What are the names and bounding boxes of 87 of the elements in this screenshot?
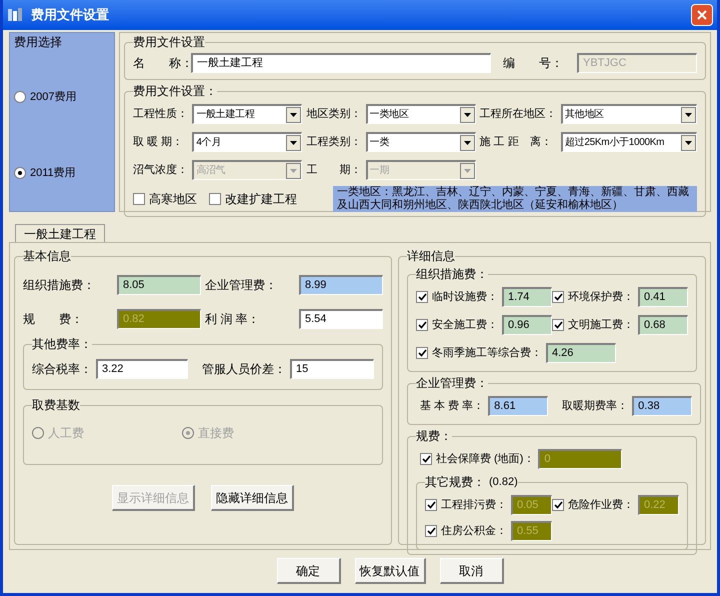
group-title: 基本信息 [23, 248, 71, 265]
group-title: 规费： [416, 428, 452, 445]
fee-total: (0.82) [489, 474, 518, 490]
field-label: 冬雨季施工等综合费： [432, 346, 542, 361]
field-label: 名 称： [133, 55, 191, 72]
field-label: 工 期： [306, 162, 362, 178]
text-field[interactable]: 3.22 [96, 359, 188, 379]
field-label: 地区类别： [306, 106, 362, 122]
field-label: 管服人员价差： [202, 361, 286, 378]
button[interactable]: 取消 [440, 558, 504, 584]
field-label: 编 号： [503, 55, 564, 72]
text-field[interactable]: 0.38 [632, 396, 692, 416]
field-label: 工程所在地区： [480, 106, 557, 122]
text-field[interactable]: 8.05 [117, 275, 201, 295]
dropdown[interactable]: 一般土建工程 [192, 104, 302, 124]
checkbox[interactable] [209, 193, 221, 205]
checkbox[interactable] [133, 193, 145, 205]
field-label: 文明施工费： [568, 318, 634, 333]
field-label: 取 暖 期： [133, 134, 184, 150]
field-label: 沼气浓度： [133, 162, 188, 178]
radio-label: 直接费 [198, 425, 234, 442]
field-label: 利 润 率： [205, 311, 261, 328]
tab[interactable]: 一般土建工程 [15, 224, 105, 242]
radio-label: 人工费 [48, 425, 84, 442]
radio-label: 2011费用 [30, 166, 76, 181]
group-title: 取费基数 [32, 397, 80, 414]
field-label: 工程排污费： [441, 498, 507, 513]
field-label: 施 工 距 离： [480, 134, 553, 150]
field-label: 组织措施费： [23, 277, 96, 294]
checkbox[interactable] [416, 291, 428, 303]
field-label: 安全施工费： [432, 318, 498, 333]
field-label: 工程类别： [306, 134, 362, 150]
dropdown[interactable]: 其他地区 [561, 104, 697, 124]
field-label: 综合税率： [32, 361, 92, 378]
text-field[interactable]: 1.74 [502, 287, 552, 307]
group-title: 组织措施费： [416, 266, 488, 283]
text-field[interactable]: 0.41 [638, 287, 688, 307]
checkbox[interactable] [425, 499, 437, 511]
text-field[interactable]: 5.54 [299, 309, 383, 329]
text-field[interactable]: 8.61 [488, 396, 548, 416]
region-note: 一类地区：黑龙江、吉林、辽宁、内蒙、宁夏、青海、新疆、甘肃、西藏及山西大同和朔州地区、陕西陕北地区（延安和榆林地区） [333, 186, 697, 212]
group-title: 详细信息 [407, 248, 455, 265]
button[interactable]: 恢复默认值 [354, 558, 426, 584]
field-label: 基 本 费 率： [420, 398, 484, 414]
text-field[interactable]: 一般土建工程 [191, 53, 491, 73]
group-title: 其他费率： [32, 336, 92, 353]
close-button[interactable] [691, 4, 713, 26]
text-field[interactable]: 4.26 [546, 343, 616, 363]
field-label: 规 费： [23, 311, 84, 328]
text-field[interactable]: 0.68 [638, 315, 688, 335]
checkbox-label: 高寒地区 [149, 191, 197, 208]
group-title: 费用文件设置： [133, 83, 217, 100]
checkbox[interactable] [552, 319, 564, 331]
dropdown[interactable]: 一类地区 [366, 104, 476, 124]
radio-label: 2007费用 [30, 90, 76, 105]
group-title: 费用选择 [14, 34, 62, 51]
field-label: 住房公积金： [441, 524, 507, 539]
window-title: 费用文件设置 [31, 6, 110, 24]
field-label: 工程性质： [133, 106, 188, 122]
checkbox[interactable] [552, 291, 564, 303]
field-label: 企业管理费： [205, 277, 278, 294]
field-label: 取暖期费率： [562, 398, 628, 414]
text-field[interactable]: 8.99 [299, 275, 383, 295]
button[interactable]: 隐藏详细信息 [211, 485, 294, 511]
dropdown[interactable]: 4个月 [192, 132, 302, 152]
field-label: 环境保护费： [568, 290, 634, 305]
close-icon [697, 10, 707, 20]
checkbox[interactable] [420, 453, 432, 465]
field-label: 社会保障费 (地面)： [436, 452, 534, 467]
field-label: 临时设施费： [432, 290, 498, 305]
field-label: 危险作业费： [568, 498, 634, 513]
group-title: 其它规费： [425, 474, 485, 491]
group-title: 企业管理费： [416, 375, 488, 392]
text-field[interactable]: 15 [290, 359, 374, 379]
group-title: 费用文件设置 [133, 34, 205, 51]
button[interactable]: 确定 [276, 558, 340, 584]
checkbox-label: 改建扩建工程 [225, 191, 297, 208]
checkbox[interactable] [552, 499, 564, 511]
app-icon [7, 7, 23, 23]
checkbox[interactable] [425, 525, 437, 537]
text-field[interactable]: 0.96 [502, 315, 552, 335]
dropdown[interactable]: 一类 [366, 132, 476, 152]
checkbox[interactable] [416, 319, 428, 331]
checkbox[interactable] [416, 347, 428, 359]
radio-button[interactable] [14, 167, 26, 179]
dropdown[interactable]: 超过25Km小于1000Km [561, 132, 697, 152]
radio-button[interactable] [14, 91, 26, 103]
